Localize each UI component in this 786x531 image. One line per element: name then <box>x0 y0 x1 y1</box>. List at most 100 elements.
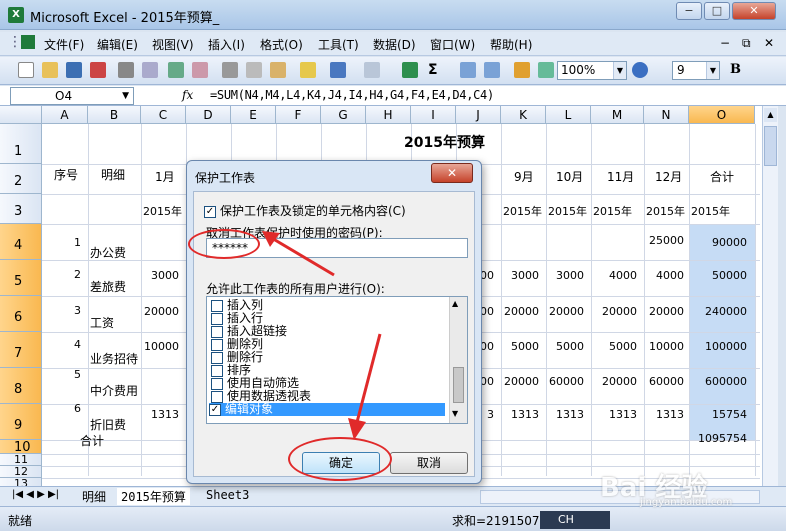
minimize-button[interactable]: − <box>676 2 702 20</box>
scroll-down-icon[interactable]: ▼ <box>452 409 458 418</box>
scroll-up-icon[interactable]: ▲ <box>452 299 458 308</box>
list-scroll-thumb[interactable] <box>453 367 464 403</box>
doc-minimize-icon[interactable]: − <box>720 36 730 50</box>
col-header-a[interactable]: A <box>42 106 88 124</box>
scroll-up-icon[interactable]: ▲ <box>764 108 777 122</box>
col-header-d[interactable]: D <box>186 106 231 124</box>
chevron-down-icon[interactable]: ▼ <box>613 62 626 79</box>
col-header-e[interactable]: E <box>231 106 276 124</box>
menu-insert[interactable]: 插入(I) <box>208 36 245 53</box>
perm-checkbox[interactable] <box>211 377 223 390</box>
chevron-down-icon[interactable]: ▼ <box>706 62 719 79</box>
print-icon[interactable] <box>118 62 134 78</box>
copy-icon[interactable] <box>246 62 262 78</box>
row-header-1[interactable]: 1 <box>0 124 42 164</box>
sheet-tab-budget[interactable]: 2015年预算 <box>117 488 190 505</box>
fx-icon[interactable]: fx <box>182 88 193 102</box>
bold-button[interactable]: B <box>730 62 741 77</box>
row-header-7[interactable]: 7 <box>0 332 42 368</box>
format-painter-icon[interactable] <box>300 62 316 78</box>
zoom-select[interactable]: 100% ▼ <box>557 61 627 80</box>
hyperlink-icon[interactable] <box>402 62 418 78</box>
list-scrollbar[interactable]: ▲ ▼ <box>449 297 467 423</box>
open-icon[interactable] <box>42 62 58 78</box>
redo-icon[interactable] <box>364 62 380 78</box>
perm-checkbox[interactable] <box>211 325 223 338</box>
perm-checkbox[interactable] <box>211 390 223 403</box>
sort-ascending-icon[interactable] <box>460 62 476 78</box>
help-icon[interactable] <box>632 62 648 78</box>
row-header-8[interactable]: 8 <box>0 368 42 404</box>
scroll-thumb[interactable] <box>764 126 777 166</box>
perm-checkbox[interactable] <box>211 351 223 364</box>
col-header-j[interactable]: J <box>456 106 501 124</box>
row-header-13[interactable]: 13 <box>0 478 42 486</box>
font-size-select[interactable]: 9 ▼ <box>672 61 720 80</box>
col-header-f[interactable]: F <box>276 106 321 124</box>
row-header-5[interactable]: 5 <box>0 260 42 296</box>
sheet-tab-sheet3[interactable]: Sheet3 <box>202 488 253 502</box>
close-button[interactable]: ✕ <box>732 2 776 20</box>
spelling-icon[interactable] <box>168 62 184 78</box>
col-header-n[interactable]: N <box>644 106 689 124</box>
new-icon[interactable] <box>18 62 34 78</box>
print-preview-icon[interactable] <box>142 62 158 78</box>
doc-close-icon[interactable]: ✕ <box>764 36 774 50</box>
sheet-tab-detail[interactable]: 明细 <box>78 488 110 505</box>
dialog-close-button[interactable]: ✕ <box>431 163 473 183</box>
cancel-button[interactable]: 取消 <box>390 452 468 474</box>
col-header-h[interactable]: H <box>366 106 411 124</box>
research-icon[interactable] <box>192 62 208 78</box>
col-header-c[interactable]: C <box>141 106 186 124</box>
col-header-l[interactable]: L <box>546 106 591 124</box>
row-header-6[interactable]: 6 <box>0 296 42 332</box>
row-header-4[interactable]: 4 <box>0 224 42 260</box>
row-header-10[interactable]: 10 <box>0 440 42 455</box>
permission-icon[interactable] <box>90 62 106 78</box>
menu-help[interactable]: 帮助(H) <box>490 36 532 53</box>
paste-icon[interactable] <box>270 62 286 78</box>
autosum-icon[interactable]: Σ <box>428 62 444 78</box>
menu-tools[interactable]: 工具(T) <box>318 36 359 53</box>
save-icon[interactable] <box>66 62 82 78</box>
menu-data[interactable]: 数据(D) <box>373 36 416 53</box>
protect-checkbox[interactable]: ✓ <box>204 205 216 218</box>
vertical-scrollbar[interactable]: ▲ <box>762 106 778 486</box>
cut-icon[interactable] <box>222 62 238 78</box>
undo-icon[interactable] <box>330 62 346 78</box>
perm-checkbox[interactable] <box>211 299 223 312</box>
menu-format[interactable]: 格式(O) <box>260 36 303 53</box>
chart-wizard-icon[interactable] <box>514 62 530 78</box>
col-header-o[interactable]: O <box>689 106 755 124</box>
menu-edit[interactable]: 编辑(E) <box>97 36 138 53</box>
menu-view[interactable]: 视图(V) <box>152 36 194 53</box>
menu-window[interactable]: 窗口(W) <box>430 36 475 53</box>
col-header-b[interactable]: B <box>88 106 141 124</box>
select-all-corner[interactable] <box>0 106 42 124</box>
row-header-2[interactable]: 2 <box>0 164 42 194</box>
zoom-value: 100% <box>561 63 596 77</box>
row-header-9[interactable]: 9 <box>0 404 42 440</box>
col-header-g[interactable]: G <box>321 106 366 124</box>
permission-list[interactable]: 插入列 插入行 插入超链接 删除列 删除行 排序 使用自动筛选 使用数据透视表 … <box>206 296 468 424</box>
protect-checkbox-row[interactable]: ✓ 保护工作表及锁定的单元格内容(C) <box>204 202 406 219</box>
restore-button[interactable]: □ <box>704 2 730 20</box>
ime-indicator[interactable]: CH <box>540 511 610 529</box>
perm-checkbox[interactable]: ✓ <box>209 403 221 416</box>
doc-restore-icon[interactable]: ⧉ <box>742 36 751 51</box>
perm-checkbox[interactable] <box>211 338 223 351</box>
menu-file[interactable]: 文件(F) <box>44 36 84 53</box>
name-box[interactable]: O4 ▼ <box>10 87 134 105</box>
sort-descending-icon[interactable] <box>484 62 500 78</box>
col-header-i[interactable]: I <box>411 106 456 124</box>
perm-checkbox[interactable] <box>211 312 223 325</box>
col-header-k[interactable]: K <box>501 106 546 124</box>
formula-input[interactable]: =SUM(N4,M4,L4,K4,J4,I4,H4,G4,F4,E4,D4,C4… <box>210 88 494 102</box>
chevron-down-icon[interactable]: ▼ <box>122 88 129 104</box>
drawing-icon[interactable] <box>538 62 554 78</box>
row-header-3[interactable]: 3 <box>0 194 42 224</box>
perm-checkbox[interactable] <box>211 364 223 377</box>
perm-item-selected[interactable]: ✓ 编辑对象 <box>209 403 445 416</box>
col-header-m[interactable]: M <box>591 106 644 124</box>
tab-nav-arrows-icon[interactable]: |◀ ◀ ▶ ▶| <box>12 489 59 500</box>
